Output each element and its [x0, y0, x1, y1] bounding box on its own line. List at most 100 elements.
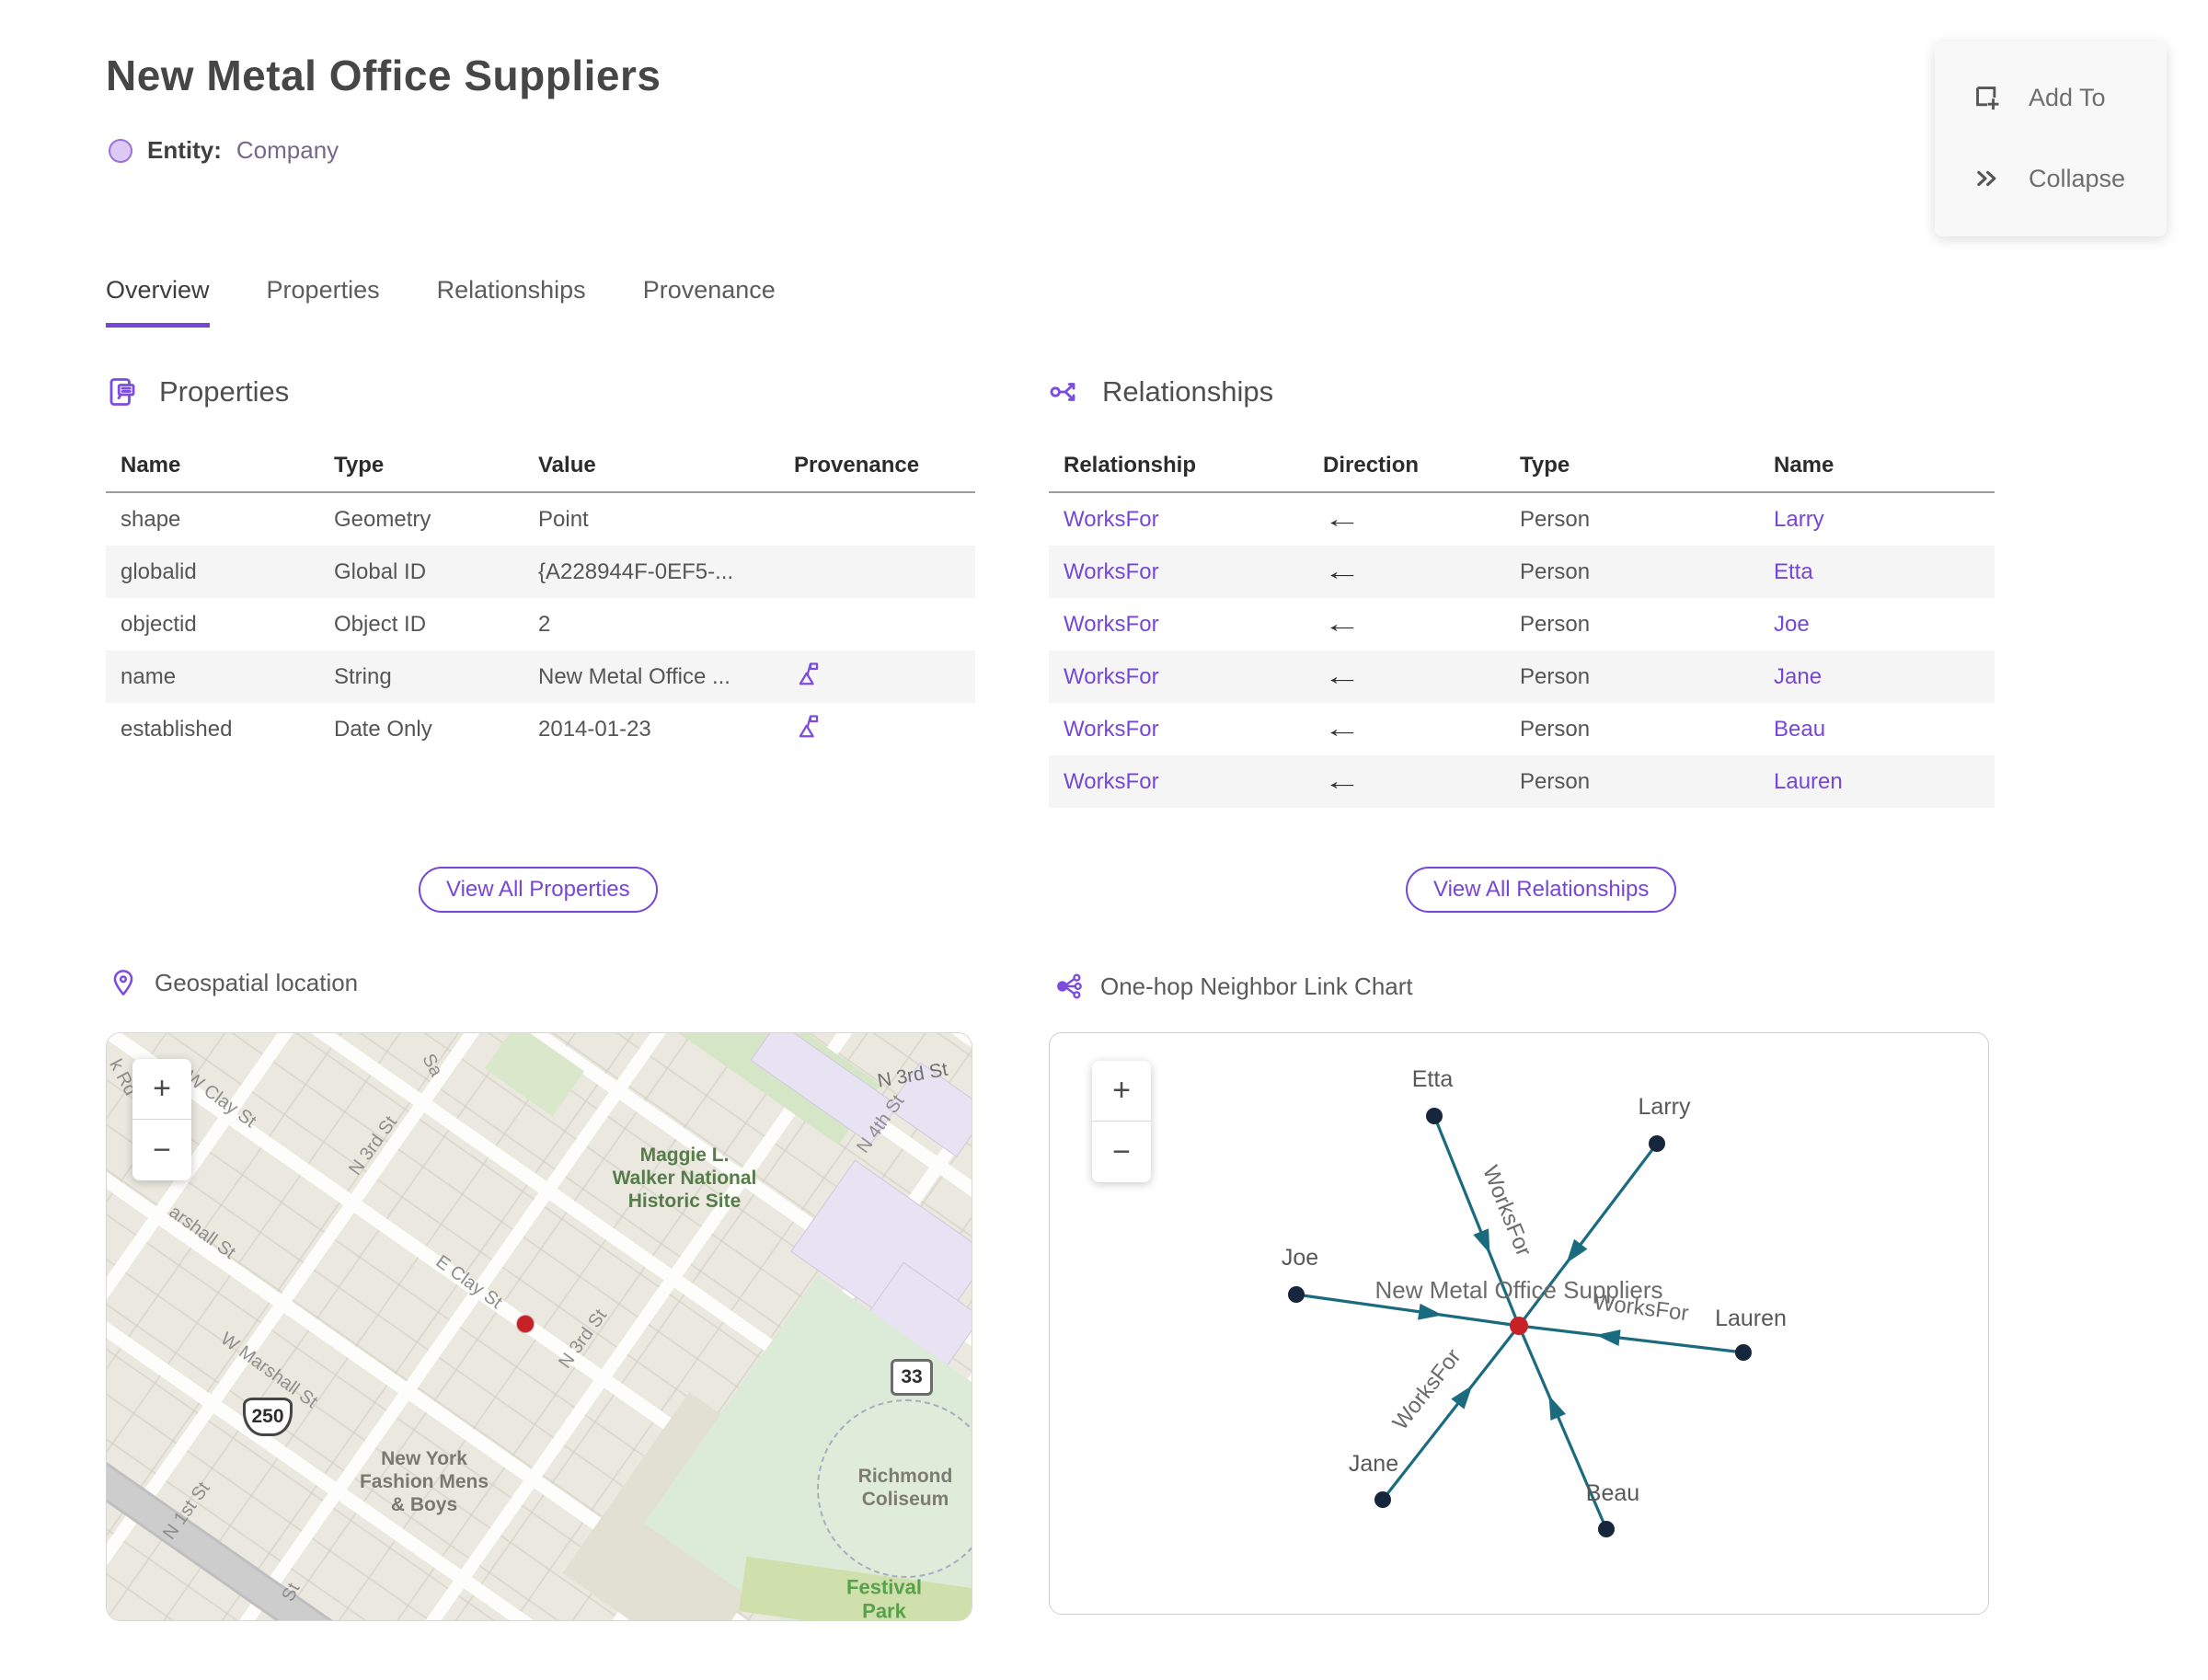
properties-section-title: Properties: [159, 375, 290, 408]
property-name: name: [121, 663, 177, 689]
column-header: Relationship: [1064, 453, 1197, 478]
relationship-link[interactable]: WorksFor: [1049, 664, 1308, 690]
node-label: Larry: [1639, 1094, 1691, 1120]
map-street-label: N 3rd St: [555, 1306, 612, 1373]
edge-arrowhead: [1548, 1395, 1567, 1421]
relationship-name-link[interactable]: Lauren: [1759, 769, 1995, 795]
tab-properties[interactable]: Properties: [267, 276, 380, 328]
person-node[interactable]: [1649, 1135, 1665, 1152]
person-node[interactable]: [1426, 1108, 1443, 1124]
property-provenance: [779, 660, 975, 694]
entity-details-page: New Metal Office Suppliers Entity: Compa…: [0, 0, 2208, 1680]
node-label: Lauren: [1715, 1306, 1787, 1331]
entity-type-badge: [109, 138, 132, 163]
provenance-flag-icon[interactable]: [794, 660, 822, 687]
relationship-link[interactable]: WorksFor: [1049, 769, 1308, 795]
property-name: globalid: [121, 558, 197, 584]
route-shield: 250: [243, 1398, 293, 1436]
left-arrow-icon: ←: [1323, 505, 1362, 533]
relationship-direction: ←: [1308, 505, 1505, 534]
edge-label: WorksFor: [1388, 1344, 1466, 1434]
chart-zoom-in-button[interactable]: +: [1092, 1061, 1151, 1122]
relationship-name-link[interactable]: Beau: [1759, 717, 1995, 742]
property-value: 2: [538, 611, 551, 637]
relationship-type: Person: [1520, 768, 1591, 794]
add-to-button[interactable]: Add To: [1972, 67, 2167, 128]
page-title: New Metal Office Suppliers: [106, 52, 661, 99]
person-node[interactable]: [1288, 1286, 1305, 1303]
relationship-name-link[interactable]: Etta: [1759, 559, 1995, 585]
center-entity-node[interactable]: [1510, 1317, 1528, 1335]
link-chart-canvas[interactable]: WorksForWorksForWorksForEttaLarryJoeJane…: [1050, 1033, 1988, 1614]
entity-location-marker[interactable]: [517, 1316, 534, 1332]
relationship-name-link[interactable]: Larry: [1759, 507, 1995, 533]
map-panel[interactable]: k Rd W Clay St Sa arshall St N 3rd St E Clay …: [106, 1032, 972, 1621]
relationship-row: WorksFor ← Person Beau: [1049, 703, 1995, 755]
map-street-label: arshall St: [165, 1202, 239, 1263]
map-zoom-out-button[interactable]: −: [132, 1120, 191, 1180]
relationship-link[interactable]: WorksFor: [1049, 717, 1308, 742]
node-label: Beau: [1586, 1480, 1639, 1506]
tab-overview[interactable]: Overview: [106, 276, 210, 328]
left-arrow-icon: ←: [1323, 715, 1362, 742]
relationship-row: WorksFor ← Person Lauren: [1049, 755, 1995, 808]
collapse-label: Collapse: [2029, 164, 2126, 192]
map-street-label: N 1st St: [159, 1478, 214, 1544]
person-node[interactable]: [1374, 1491, 1391, 1508]
tab-relationships[interactable]: Relationships: [437, 276, 586, 328]
relationship-type: Person: [1520, 558, 1591, 584]
geospatial-title: Geospatial location: [155, 968, 359, 996]
add-to-icon: [1976, 86, 1999, 110]
link-chart-panel[interactable]: WorksFor WorksFor WorksFor Etta Larry Joe Jane…: [1049, 1032, 1989, 1615]
chart-zoom-out-button[interactable]: −: [1092, 1122, 1151, 1182]
relationships-header-row: Relationship Direction Type Name: [1049, 440, 1995, 493]
link-edge: [1518, 1324, 1744, 1354]
properties-icon: [109, 378, 135, 406]
property-value: 2014-01-23: [538, 716, 651, 742]
relationship-row: WorksFor ← Person Larry: [1049, 493, 1995, 546]
node-label: Etta: [1412, 1066, 1454, 1092]
tab-provenance[interactable]: Provenance: [643, 276, 776, 328]
relationship-type: Person: [1520, 506, 1591, 532]
relationship-row: WorksFor ← Person Joe: [1049, 598, 1995, 650]
properties-section-header: Properties: [106, 375, 289, 408]
property-name: shape: [121, 506, 181, 532]
edge-arrowhead: [1566, 1238, 1588, 1263]
person-node[interactable]: [1598, 1521, 1615, 1537]
view-all-properties-button[interactable]: View All Properties: [419, 867, 658, 913]
edge-arrowhead: [1451, 1385, 1473, 1410]
view-all-relationships-button[interactable]: View All Relationships: [1406, 867, 1677, 913]
relationships-section-title: Relationships: [1102, 375, 1274, 408]
chevrons-right-icon: [1977, 170, 1996, 187]
map-zoom-in-button[interactable]: +: [132, 1059, 191, 1120]
collapse-button[interactable]: Collapse: [1972, 148, 2167, 209]
relationship-name-link[interactable]: Joe: [1759, 612, 1995, 638]
relationship-name-link[interactable]: Jane: [1759, 664, 1995, 690]
linkchart-title: One-hop Neighbor Link Chart: [1100, 972, 1413, 1000]
property-row: name String New Metal Office ...: [106, 650, 975, 703]
properties-header-row: Name Type Value Provenance: [106, 440, 975, 493]
relationship-link[interactable]: WorksFor: [1049, 559, 1308, 585]
relationships-table: Relationship Direction Type Name WorksFor ← Pe…: [1049, 440, 1995, 808]
edge-arrowhead: [1418, 1303, 1443, 1320]
relationship-link[interactable]: WorksFor: [1049, 507, 1308, 533]
floating-actions-panel: Add To Collapse: [1935, 41, 2167, 236]
property-row: objectid Object ID 2: [106, 598, 975, 650]
property-type: Global ID: [334, 558, 427, 584]
relationship-direction: ←: [1308, 610, 1505, 639]
relationship-link[interactable]: WorksFor: [1049, 612, 1308, 638]
provenance-flag-icon[interactable]: [794, 712, 822, 740]
left-arrow-icon: ←: [1323, 767, 1362, 795]
property-name: established: [121, 716, 233, 742]
map-poi-label: Maggie L. Walker National Historic Site: [612, 1145, 757, 1213]
property-type: String: [334, 663, 392, 689]
map-poi-label: Festival Park: [846, 1575, 922, 1621]
column-header: Name: [121, 453, 181, 478]
property-value: {A228944F-0EF5-...: [538, 558, 734, 584]
relationship-direction: ←: [1308, 662, 1505, 691]
person-node[interactable]: [1735, 1344, 1752, 1361]
relationship-type: Person: [1520, 611, 1591, 637]
geospatial-header: Geospatial location: [109, 968, 358, 997]
property-name: objectid: [121, 611, 197, 637]
map-zoom-control: + −: [132, 1059, 191, 1180]
